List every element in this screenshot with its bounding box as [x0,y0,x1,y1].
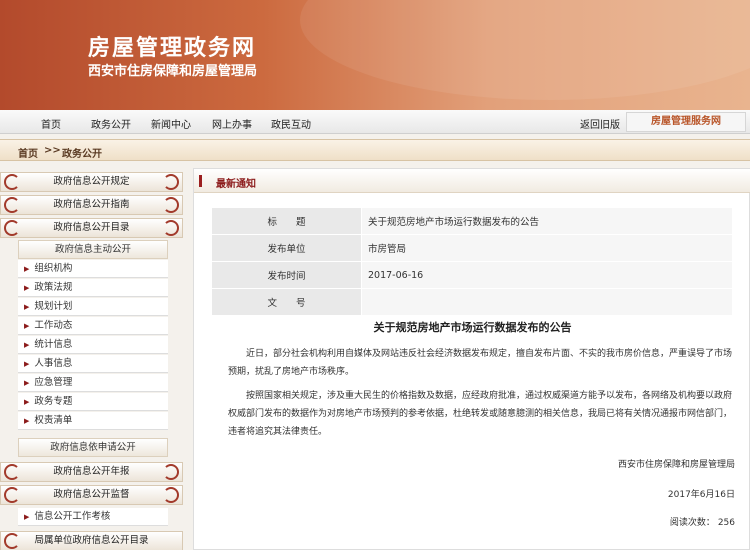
meta-key: 发布时间 [211,261,362,289]
sidebar-item-label: 工作动态 [34,320,73,331]
document-title: 关于规范房地产市场运行数据发布的公告 [373,321,572,334]
swirl-icon [163,464,179,480]
swirl-icon [163,220,179,236]
section-header: 最新通知 [194,169,750,193]
swirl-icon [163,174,179,190]
housing-service-link[interactable]: 房屋管理服务网 [626,112,746,132]
sidebar-head-rules[interactable]: 政府信息公开规定 [0,172,183,192]
sidebar-item-work[interactable]: ▶ 工作动态 [18,317,168,335]
table-row: 发布时间 2017-06-16 [211,261,733,289]
triangle-right-icon: ▶ [24,265,30,273]
read-count-value: 256 [717,518,735,528]
swirl-icon [4,174,20,190]
section-marker [199,175,202,187]
swirl-icon [163,197,179,213]
notice-meta-table: 标 题关于规范房地产市场运行数据发布的公告 发布单位 市房管局 发布时间 2017-… [211,207,733,316]
sidebar-item-label: 权责清单 [34,415,73,426]
meta-value [361,288,733,316]
nav-interaction[interactable]: 政民互动 [271,116,311,131]
sidebar-head-label: 局属单位政府信息公开目录 [34,535,149,546]
swirl-icon [4,533,20,549]
sidebar-subhead-active[interactable]: 政府信息主动公开 [18,240,168,259]
signature-org: 西安市住房保障和房屋管理局 [617,460,735,470]
meta-value: 2017-06-16 [361,261,733,289]
main-panel: 最新通知 标 题关于规范房地产市场运行数据发布的公告 发布单位 市房管局 发布时间… [193,168,750,550]
swirl-icon [163,487,179,503]
sidebar-item-label: 规划计划 [34,301,73,312]
table-row: 发布单位 市房管局 [211,234,733,262]
sidebar-item-label: 应急管理 [34,377,73,388]
header-banner: 房屋管理政务网 西安市住房保障和房屋管理局 [0,0,750,110]
swirl-icon [4,197,20,213]
swirl-icon [4,220,20,236]
sidebar-head-label: 政府信息公开监督 [53,489,130,500]
triangle-right-icon: ▶ [24,417,30,425]
sidebar-head-label: 政府信息公开目录 [53,222,130,233]
sidebar-item-label: 政务专题 [34,396,73,407]
sidebar-item-topics[interactable]: ▶ 政务专题 [18,393,168,411]
table-row: 文 号 [211,288,733,316]
table-row: 标 题关于规范房地产市场运行数据发布的公告 [211,207,733,235]
site-subtitle: 西安市住房保障和房屋管理局 [88,64,258,79]
breadcrumb-separator: >> [44,145,61,156]
triangle-right-icon: ▶ [24,322,30,330]
sidebar-head-label: 政府信息公开规定 [53,176,130,187]
sidebar-subhead-apply[interactable]: 政府信息依申请公开 [18,438,168,457]
triangle-right-icon: ▶ [24,379,30,387]
meta-key: 文 号 [211,288,362,316]
paragraph-1: 近日，部分社会机构利用自媒体及网站违反社会经济数据发布规定，擅自发布片面、不实的… [228,349,733,377]
sidebar-item-label: 信息公开工作考核 [34,511,111,522]
sidebar-head-label: 政府信息公开指南 [53,199,130,210]
breadcrumb-current: 政务公开 [62,149,102,160]
nav-gov-open[interactable]: 政务公开 [91,116,131,131]
paragraph-2: 按照国家相关规定，涉及重大民生的价格指数及数据，应经政府批准，通过权威渠道方能予… [228,391,733,437]
nav-online-service[interactable]: 网上办事 [212,116,252,131]
swirl-icon [4,464,20,480]
sidebar-item-policy[interactable]: ▶ 政策法规 [18,279,168,297]
signature-date: 2017年6月16日 [667,490,735,500]
sidebar-head-bureau[interactable]: 局属单位政府信息公开目录 [0,531,183,550]
triangle-right-icon: ▶ [24,360,30,368]
triangle-right-icon: ▶ [24,513,30,521]
nav-home[interactable]: 首页 [41,116,61,131]
sidebar-item-label: 统计信息 [34,339,73,350]
triangle-right-icon: ▶ [24,284,30,292]
sidebar-head-catalog[interactable]: 政府信息公开目录 [0,218,183,238]
sidebar-item-duties[interactable]: ▶ 权责清单 [18,412,168,430]
sidebar-head-guide[interactable]: 政府信息公开指南 [0,195,183,215]
meta-value: 关于规范房地产市场运行数据发布的公告 [361,207,733,235]
sidebar-head-annual[interactable]: 政府信息公开年报 [0,462,183,482]
triangle-right-icon: ▶ [24,398,30,406]
read-count-label: 阅读次数： [669,518,715,528]
sidebar-item-label: 组织机构 [34,263,73,274]
back-old-version-link[interactable]: 返回旧版 [580,116,620,131]
meta-value: 市房管局 [361,234,733,262]
meta-key: 标 题 [211,207,362,235]
sidebar-head-supervision[interactable]: 政府信息公开监督 [0,485,183,505]
sidebar-item-plan[interactable]: ▶ 规划计划 [18,298,168,316]
triangle-right-icon: ▶ [24,341,30,349]
nav-news[interactable]: 新闻中心 [151,116,191,131]
sidebar-item-emergency[interactable]: ▶ 应急管理 [18,374,168,392]
meta-key: 发布单位 [211,234,362,262]
sidebar-item-org[interactable]: ▶ 组织机构 [18,260,168,278]
swirl-icon [4,487,20,503]
triangle-right-icon: ▶ [24,303,30,311]
section-title: 最新通知 [216,179,256,190]
top-nav: 首页 政务公开 新闻中心 网上办事 政民互动 返回旧版 房屋管理服务网 [0,110,750,134]
breadcrumb-home[interactable]: 首页 [18,145,38,160]
read-count: 阅读次数： 256 [670,515,735,528]
site-title: 房屋管理政务网 [88,36,257,61]
banner-decoration [300,0,750,100]
sidebar-item-label: 人事信息 [34,358,73,369]
sidebar-item-stats[interactable]: ▶ 统计信息 [18,336,168,354]
breadcrumb: 首页 >> 政务公开 [0,139,750,161]
sidebar-item-review[interactable]: ▶ 信息公开工作考核 [18,508,168,526]
sidebar-item-personnel[interactable]: ▶ 人事信息 [18,355,168,373]
sidebar-head-label: 政府信息公开年报 [53,466,130,477]
sidebar-item-label: 政策法规 [34,282,73,293]
